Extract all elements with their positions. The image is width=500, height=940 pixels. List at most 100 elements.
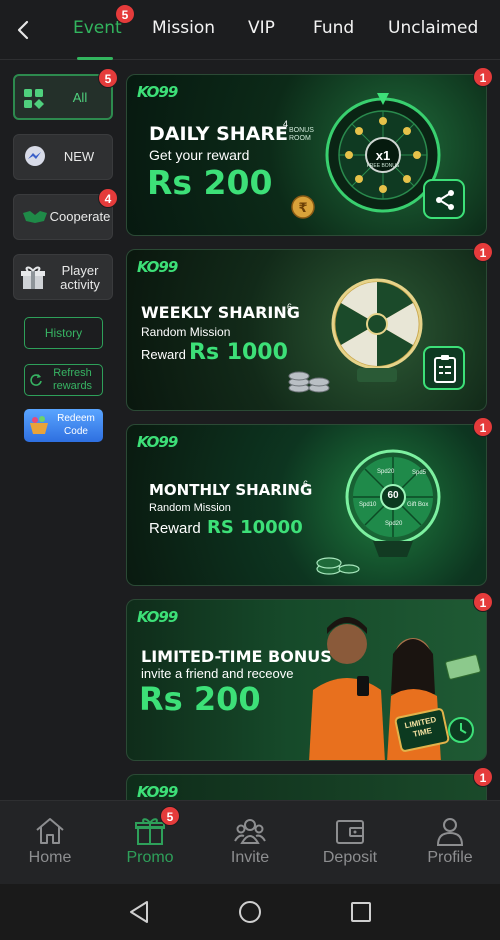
history-button[interactable]: History [24, 317, 103, 349]
nav-home[interactable]: Home [0, 801, 100, 885]
bottom-navigation: Home Promo 5 Invite Deposit Profile [0, 800, 500, 884]
daily-share-badge: 1 [473, 67, 493, 87]
sidebar-item-label: All [72, 90, 88, 105]
system-home-icon[interactable] [238, 900, 262, 924]
banner-title-sup: 6 [303, 479, 309, 489]
tab-vip[interactable]: VIP [248, 18, 275, 38]
limited-time-label: LIMITED TIME [403, 714, 438, 739]
coin-stack-icon [288, 371, 330, 393]
nav-label: Profile [427, 849, 473, 866]
users-icon [234, 819, 266, 844]
weekly-sharing-banner[interactable]: KO99 WEEKLY SHARING 6 Random Mission Rew… [126, 249, 487, 411]
svg-text:₹: ₹ [298, 201, 307, 216]
sidebar-cooperate-badge: 4 [98, 188, 118, 208]
nav-label: Home [28, 849, 72, 866]
sidebar-item-new[interactable]: NEW [13, 134, 113, 180]
banner-subtitle: Random Mission [141, 325, 231, 339]
wheel-segment-label: Gift Box [407, 502, 429, 508]
nav-promo-badge: 5 [160, 806, 180, 826]
spin-wheel-icon [331, 278, 423, 382]
brand-logo: KO99 [137, 433, 178, 451]
nav-label: Promo [126, 849, 174, 866]
wheel-segment-label: Spd20 [385, 521, 403, 527]
brand-logo: KO99 [137, 783, 178, 801]
rupee-coin-icon: ₹ [291, 195, 315, 219]
gift-basket-icon [30, 416, 48, 434]
tab-mission[interactable]: Mission [152, 18, 215, 38]
clock-icon [448, 717, 474, 743]
promo-banner-5-badge: 1 [473, 767, 493, 787]
refresh-rewards-button[interactable]: Refresh rewards [24, 364, 103, 396]
handshake-icon [23, 211, 47, 223]
banner-amount: Rs 1000 [189, 340, 288, 365]
messenger-icon [25, 146, 45, 166]
top-tab-bar: Event 5 Mission VIP Fund Unclaimed [0, 0, 500, 60]
banner-subtitle: invite a friend and receove [141, 666, 294, 681]
limited-time-bonus-banner[interactable]: KO99 LIMITED-TIME BONUS invite a friend … [126, 599, 487, 761]
cash-icon [445, 654, 481, 680]
tab-fund[interactable]: Fund [313, 18, 354, 38]
nav-deposit[interactable]: Deposit [300, 801, 400, 885]
nav-label: Deposit [322, 849, 378, 866]
limited-time-bonus-badge: 1 [473, 592, 493, 612]
gift-box-icon [21, 266, 45, 289]
refresh-rewards-label: Refresh rewards [52, 367, 93, 392]
system-recents-icon[interactable] [350, 901, 372, 923]
person-icon [436, 818, 464, 846]
clipboard-check-icon [434, 355, 456, 383]
wheel-segment-label: Spd10 [359, 502, 377, 508]
banner-title-sup: 6 [287, 302, 293, 312]
clipboard-button [423, 346, 465, 390]
banner-title: WEEKLY SHARING [141, 303, 300, 322]
grid-icon [24, 89, 44, 109]
weekly-sharing-badge: 1 [473, 242, 493, 262]
banner-title: LIMITED-TIME BONUS [141, 647, 332, 666]
home-icon [36, 818, 64, 844]
banner-title: DAILY SHARE [149, 123, 288, 145]
back-arrow-icon[interactable] [10, 16, 38, 44]
bonus-room-tag: BONUS ROOM [289, 127, 314, 142]
nav-label: Invite [230, 849, 270, 866]
redeem-code-label: Redeem Code [57, 413, 95, 437]
daily-share-banner[interactable]: KO99 DAILY SHARE 4 BONUS ROOM Get your r… [126, 74, 487, 236]
brand-logo: KO99 [137, 608, 178, 626]
system-navigation-bar [0, 884, 500, 940]
wheel-segment-label: Spd5 [412, 470, 427, 476]
tab-unclaimed[interactable]: Unclaimed [388, 18, 478, 38]
brand-logo: KO99 [137, 83, 178, 101]
sidebar-item-label: Cooperate [49, 209, 111, 224]
system-back-icon[interactable] [128, 900, 150, 924]
nav-invite[interactable]: Invite [200, 801, 300, 885]
monthly-sharing-badge: 1 [473, 417, 493, 437]
reward-prefix: Reward [141, 347, 186, 362]
nav-promo[interactable]: Promo [100, 801, 200, 885]
nav-profile[interactable]: Profile [400, 801, 500, 885]
wheel-free-bonus: FREE BONUS [366, 163, 400, 169]
sidebar-item-player-activity[interactable]: Player activity [13, 254, 113, 300]
banner-amount: Rs 200 [147, 163, 273, 202]
refresh-icon [30, 374, 42, 386]
banner-subtitle: Get your reward [149, 147, 250, 163]
sidebar-all-badge: 5 [98, 68, 118, 88]
wallet-icon [336, 820, 364, 844]
wheel-segment-label: Spd20 [377, 469, 395, 475]
banner-subtitle: Random Mission [149, 502, 231, 514]
monthly-sharing-banner[interactable]: KO99 MONTHLY SHARING 6 Random Mission Re… [126, 424, 487, 586]
sidebar-item-label: NEW [63, 149, 95, 164]
casino-chips-icon [316, 557, 360, 575]
redeem-code-button[interactable]: Redeem Code [24, 409, 103, 442]
wheel-center-value: 60 [387, 490, 399, 501]
banner-amount: RS 10000 [207, 517, 303, 538]
wheel-multiplier: x1 [375, 148, 391, 163]
share-button[interactable] [423, 179, 465, 219]
active-tab-indicator [77, 57, 113, 60]
tab-event[interactable]: Event [73, 18, 122, 38]
share-icon [436, 190, 454, 210]
banner-amount: Rs 200 [139, 680, 261, 718]
brand-logo: KO99 [137, 258, 178, 276]
sidebar-item-label: Player activity [60, 263, 100, 292]
banner-title: MONTHLY SHARING [149, 481, 313, 499]
tab-event-badge: 5 [115, 4, 135, 24]
reward-prefix: Reward [149, 520, 201, 537]
banner-title-sup: 4 [283, 119, 289, 129]
